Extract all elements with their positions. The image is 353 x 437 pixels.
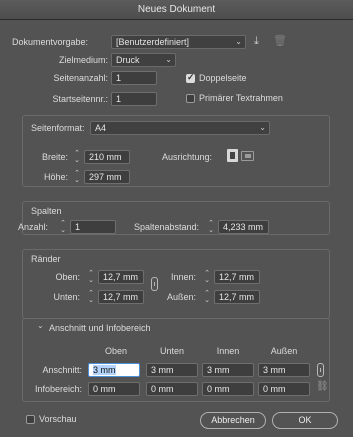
slug-bottom-input[interactable]: 0 mm	[146, 382, 198, 396]
start-page-label: Startseitennr.:	[52, 94, 108, 104]
bleed-top-value: 3 mm	[93, 365, 116, 375]
bleed-header-inside: Innen	[216, 346, 240, 356]
slug-inside-input[interactable]: 0 mm	[202, 382, 254, 396]
width-stepper[interactable]: ⌃ ⌄	[72, 150, 82, 164]
margin-bottom-stepper[interactable]: ⌃ ⌄	[86, 290, 96, 304]
margin-outside-label: Außen:	[166, 292, 196, 302]
margin-top-input[interactable]: 12,7 mm	[98, 270, 144, 284]
gutter-input[interactable]: 4,233 mm	[218, 220, 269, 234]
preset-select[interactable]: [Benutzerdefiniert] ⌄	[111, 35, 246, 49]
page-size-select[interactable]: A4 ⌄	[90, 121, 270, 135]
margins-title: Ränder	[31, 254, 61, 264]
unlink-slug-icon[interactable]: ⛓	[316, 381, 329, 392]
columns-number-input[interactable]: 1	[70, 220, 116, 234]
margin-inside-input[interactable]: 12,7 mm	[214, 270, 260, 284]
primary-text-frame-checkbox[interactable]	[186, 94, 195, 103]
bleed-top-input[interactable]: 3 mm	[88, 363, 140, 377]
preview-checkbox[interactable]	[26, 415, 35, 424]
title-bar[interactable]: Neues Dokument	[0, 0, 353, 20]
columns-title: Spalten	[31, 206, 62, 216]
margin-inside-label: Innen:	[170, 272, 196, 282]
save-preset-icon[interactable]: ⤓	[254, 35, 259, 48]
bleed-header-top: Oben	[104, 346, 128, 356]
slug-label: Infobereich:	[34, 384, 82, 394]
link-margins-icon[interactable]	[151, 277, 158, 291]
slug-outside-input[interactable]: 0 mm	[258, 382, 310, 396]
window-title: Neues Dokument	[137, 4, 216, 15]
facing-pages-checkbox[interactable]	[186, 72, 195, 83]
margin-inside-stepper[interactable]: ⌃ ⌄	[202, 270, 212, 284]
landscape-orientation-icon[interactable]	[241, 151, 254, 161]
width-label: Breite:	[41, 152, 68, 162]
intent-label: Zielmedium:	[58, 55, 108, 65]
bleed-label: Anschnitt:	[42, 365, 82, 375]
chevron-down-icon: ⌄	[259, 123, 266, 132]
columns-number-label: Anzahl:	[18, 222, 49, 232]
new-document-dialog: Dokumentvorgabe: [Benutzerdefiniert] ⌄ ⤓…	[0, 20, 353, 437]
bleed-header-outside: Außen	[270, 346, 298, 356]
page-size-label: Seitenformat:	[31, 123, 85, 133]
intent-select[interactable]: Druck ⌄	[111, 53, 176, 67]
delete-preset-icon[interactable]: 🗑	[273, 34, 287, 47]
height-input[interactable]: 297 mm	[84, 170, 130, 184]
height-label: Höhe:	[43, 172, 68, 182]
facing-pages-label: Doppelseite	[199, 73, 247, 83]
pages-input[interactable]: 1	[111, 71, 157, 85]
bleed-outside-input[interactable]: 3 mm	[258, 363, 310, 377]
width-input[interactable]: 210 mm	[84, 150, 130, 164]
link-bleed-icon[interactable]	[317, 363, 324, 377]
margin-top-label: Oben:	[55, 272, 80, 282]
gutter-label: Spaltenabstand:	[134, 222, 200, 232]
preview-label: Vorschau	[39, 414, 77, 424]
margin-top-stepper[interactable]: ⌃ ⌄	[86, 270, 96, 284]
page-size-value: A4	[95, 123, 107, 133]
pages-label: Seitenanzahl:	[53, 73, 108, 83]
bleed-inside-input[interactable]: 3 mm	[202, 363, 254, 377]
ok-button[interactable]: OK	[272, 412, 338, 429]
intent-value: Druck	[116, 55, 140, 65]
chevron-down-icon[interactable]: ⌄	[37, 321, 44, 330]
preset-value: [Benutzerdefiniert]	[116, 37, 190, 47]
preset-label: Dokumentvorgabe:	[12, 37, 89, 47]
bleed-header-bottom: Unten	[159, 346, 185, 356]
margins-group	[22, 249, 330, 319]
margin-bottom-input[interactable]: 12,7 mm	[98, 290, 144, 304]
primary-text-frame-label: Primärer Textrahmen	[199, 93, 283, 103]
chevron-down-icon: ⌄	[165, 55, 172, 64]
cancel-button[interactable]: Abbrechen	[200, 412, 266, 429]
margin-outside-input[interactable]: 12,7 mm	[214, 290, 260, 304]
slug-top-input[interactable]: 0 mm	[88, 382, 140, 396]
chevron-down-icon: ⌄	[235, 37, 242, 46]
margin-outside-stepper[interactable]: ⌃ ⌄	[202, 290, 212, 304]
gutter-stepper[interactable]: ⌃ ⌄	[206, 220, 216, 234]
orientation-label: Ausrichtung:	[162, 152, 213, 162]
margin-bottom-label: Unten:	[53, 292, 80, 302]
portrait-orientation-icon[interactable]	[227, 149, 238, 162]
height-stepper[interactable]: ⌃ ⌄	[72, 170, 82, 184]
columns-number-stepper[interactable]: ⌃ ⌄	[58, 220, 68, 234]
bleed-slug-title: Anschnitt und Infobereich	[49, 323, 151, 333]
bleed-bottom-input[interactable]: 3 mm	[146, 363, 198, 377]
start-page-input[interactable]: 1	[111, 92, 157, 106]
